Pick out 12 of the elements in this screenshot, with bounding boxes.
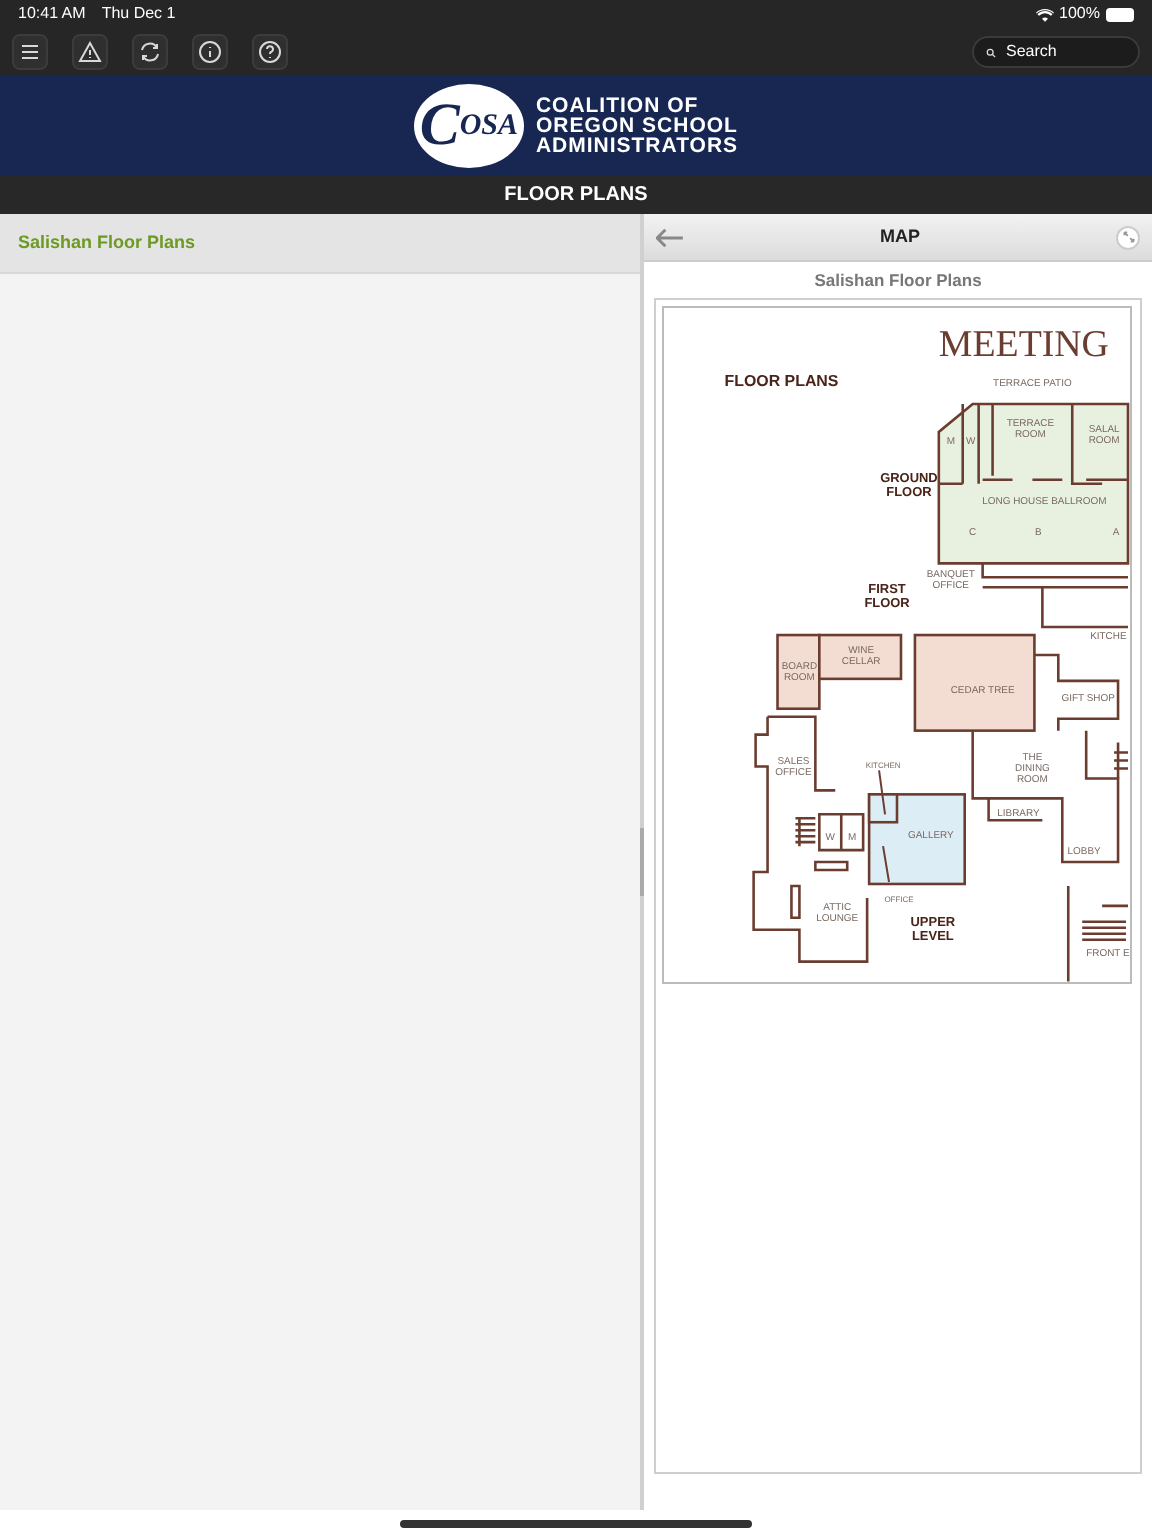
- search-input[interactable]: Search: [1006, 40, 1126, 64]
- detail-title: MAP: [878, 223, 922, 250]
- map-heading: MEETING: [938, 324, 1109, 367]
- organization-name: COALITION OF OREGON SCHOOL ADMINISTRATORS: [535, 96, 739, 156]
- page-title: FLOOR PLANS: [504, 182, 648, 210]
- map-subtitle: Salishan Floor Plans: [814, 267, 982, 293]
- battery-percent: 100%: [1059, 2, 1100, 26]
- map-label: FLOOR PLANS: [724, 372, 839, 391]
- search-field[interactable]: Search: [972, 36, 1140, 68]
- sidebar-item[interactable]: Salishan Floor Plans: [0, 214, 640, 274]
- status-time: 10:41 AM: [18, 2, 86, 26]
- status-date: Thu Dec 1: [101, 2, 176, 26]
